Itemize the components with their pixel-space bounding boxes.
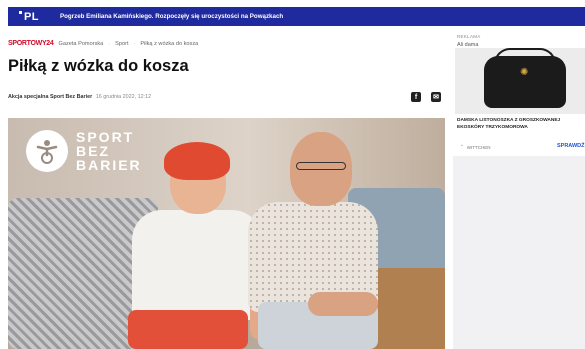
- email-share-icon[interactable]: ✉: [431, 92, 441, 102]
- article-byline: Akcja specjalna Sport Bez Barier 16 grud…: [8, 94, 151, 100]
- logo-dot: [18, 11, 22, 14]
- sport-bez-barier-wordmark: SPORT BEZ BARIER: [76, 130, 142, 172]
- wp-logo[interactable]: PL: [8, 7, 50, 26]
- wheelchair-athlete-icon: [26, 130, 68, 172]
- wordmark-line: SPORT: [76, 129, 135, 145]
- wordmark-line: BARIER: [76, 157, 142, 173]
- breadcrumb-item-current: Piłką z wózka do kosza: [140, 40, 199, 47]
- wheelchair-athlete-icon-svg: [36, 140, 58, 164]
- facebook-share-icon[interactable]: f: [411, 92, 421, 102]
- person-arm: [308, 292, 378, 316]
- article-hero-image: SPORT BEZ BARIER: [8, 118, 445, 349]
- sport-bez-barier-logo: SPORT BEZ BARIER: [26, 130, 142, 172]
- wordmark-line: BEZ: [76, 143, 110, 159]
- person-shirt: [132, 210, 262, 320]
- article-date: 16 grudnia 2022, 12:12: [95, 94, 152, 100]
- ad-product-title[interactable]: DAMSKA LISTONOSZKA Z GROSZKOWANEJ EKOSKÓ…: [457, 118, 581, 131]
- handbag-logo-icon: ✺: [520, 67, 529, 78]
- breaking-news-strip[interactable]: PL Pogrzeb Emiliana Kamińskiego. Rozpocz…: [8, 7, 585, 26]
- breaking-news-link[interactable]: Pogrzeb Emiliana Kamińskiego. Rozpoczęły…: [60, 13, 283, 20]
- breadcrumb-item-sport[interactable]: Sport: [115, 41, 128, 47]
- person-shorts: [128, 310, 248, 349]
- ad-source-tag: Ali dama: [457, 42, 479, 48]
- person-hair: [164, 142, 230, 180]
- ad-brand-name: WITTCHEN: [466, 144, 491, 150]
- ad-cta-button[interactable]: SPRAWDŹ: [557, 143, 585, 149]
- handbag-image: [484, 56, 566, 108]
- breadcrumb-separator: ·: [133, 40, 136, 47]
- brand-chevron-icon: ⌃: [460, 144, 464, 149]
- logo-text: PL: [23, 10, 40, 23]
- breadcrumb: SPORTOWY24 Gazeta Pomorska · Sport · Pił…: [8, 40, 198, 47]
- article-title: Piłką z wózka do kosza: [8, 57, 189, 75]
- breadcrumb-item-gazeta[interactable]: Gazeta Pomorska: [59, 41, 104, 47]
- article-author[interactable]: Akcja specjalna Sport Bez Barier: [8, 94, 92, 100]
- breadcrumb-separator: ·: [108, 40, 111, 47]
- ad-label: REKLAMA: [457, 34, 481, 39]
- photo-person-man: [248, 132, 418, 349]
- top-navigation-bar: PL Pogrzeb Emiliana Kamińskiego. Rozpocz…: [0, 0, 585, 30]
- ad-brand: ⌃ WITTCHEN: [460, 144, 491, 150]
- person-glasses: [296, 162, 346, 170]
- section-brand-logo[interactable]: SPORTOWY24: [8, 40, 54, 47]
